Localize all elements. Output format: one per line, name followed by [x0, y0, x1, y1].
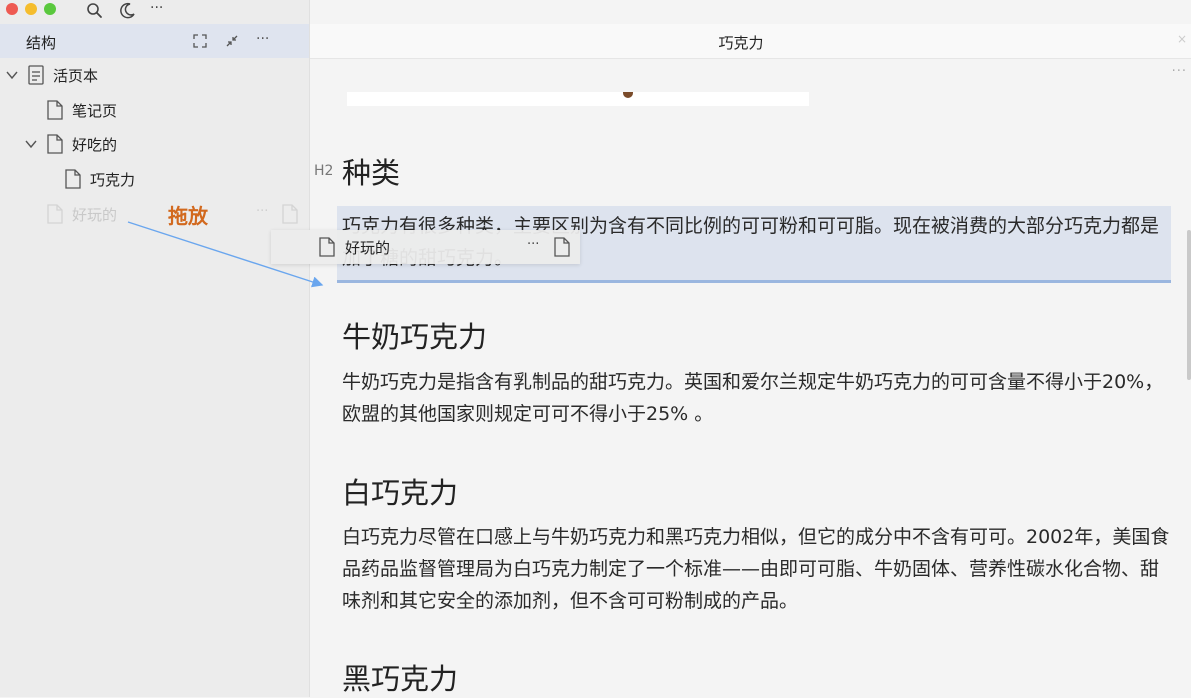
- section-heading-block[interactable]: 牛奶巧克力: [342, 314, 1172, 356]
- page-icon: [47, 204, 63, 224]
- section-heading-block[interactable]: 黑巧克力: [342, 656, 1172, 698]
- paragraph-block[interactable]: 牛奶巧克力是指含有乳制品的甜巧克力。英国和爱尔兰规定牛奶巧克力的可可含量不得小于…: [342, 366, 1172, 430]
- drag-ghost-label: 好玩的: [345, 239, 391, 257]
- page-icon: [65, 169, 81, 189]
- sidebar: ··· 结构 ··· 活页本 笔记页 好吃的 巧克力 好玩的 ···: [0, 0, 310, 697]
- tree-item-page[interactable]: 巧克力: [0, 162, 309, 196]
- section-heading: 种类: [342, 156, 401, 190]
- section-heading-block[interactable]: 种类: [342, 150, 1172, 192]
- image-block[interactable]: [347, 92, 809, 106]
- expand-icon[interactable]: [190, 31, 210, 51]
- tab-bar: 巧克力 ×: [310, 24, 1191, 59]
- scrollbar[interactable]: [1187, 230, 1191, 380]
- add-page-icon[interactable]: [282, 204, 298, 224]
- outline-header: 结构 ···: [0, 24, 309, 58]
- tree-item-label: 巧克力: [90, 171, 136, 189]
- notebook-icon: [28, 65, 44, 85]
- minimize-window-button[interactable]: [25, 3, 37, 15]
- paragraph-block[interactable]: 白巧克力尽管在口感上与牛奶巧克力和黑巧克力相似，但它的成分中不含有可可。2002…: [342, 521, 1172, 617]
- section-heading-block[interactable]: 白巧克力: [342, 470, 1172, 512]
- content-more-button[interactable]: ···: [1172, 64, 1187, 79]
- close-window-button[interactable]: [6, 3, 18, 15]
- page-icon: [47, 134, 63, 154]
- collapse-icon[interactable]: [222, 31, 242, 51]
- tree-item-label: 活页本: [53, 67, 99, 85]
- tree-item-page[interactable]: 笔记页: [0, 93, 309, 127]
- chevron-down-icon[interactable]: [5, 67, 19, 81]
- drag-annotation: 拖放: [168, 204, 208, 228]
- tree-item-label: 好玩的: [72, 206, 118, 224]
- row-more-button[interactable]: ···: [256, 204, 268, 219]
- drop-indicator: [337, 280, 1171, 283]
- moon-icon[interactable]: [116, 0, 138, 22]
- close-tab-button[interactable]: ×: [1177, 32, 1187, 46]
- page-icon: [554, 237, 570, 257]
- section-heading: 白巧克力: [342, 476, 459, 510]
- heading-level-marker: H2: [314, 163, 334, 179]
- page-icon: [319, 237, 335, 257]
- search-icon[interactable]: [84, 0, 106, 22]
- chevron-down-icon[interactable]: [24, 136, 38, 150]
- window-titlebar: ···: [0, 0, 309, 24]
- image-fragment: [623, 92, 633, 98]
- tree-item-notebook[interactable]: 活页本: [0, 58, 309, 92]
- outline-more-button[interactable]: ···: [256, 31, 276, 51]
- zoom-window-button[interactable]: [44, 3, 56, 15]
- tree-item-label: 笔记页: [72, 102, 118, 120]
- outline-title: 结构: [26, 34, 57, 52]
- drag-ghost-more: ···: [527, 237, 540, 252]
- section-heading: 黑巧克力: [342, 662, 459, 696]
- paragraph: 白巧克力尽管在口感上与牛奶巧克力和黑巧克力相似，但它的成分中不含有可可。2002…: [342, 526, 1170, 612]
- tab-title[interactable]: 巧克力: [310, 32, 1172, 53]
- tree-item-label: 好吃的: [72, 136, 118, 154]
- tree-item-page[interactable]: 好吃的: [0, 127, 309, 161]
- drag-ghost: 好玩的 ···: [271, 230, 580, 264]
- editor: 巧克力 × ··· H2 种类 巧克力有很多种类，主要区别为含有不同比例的可可粉…: [310, 0, 1191, 697]
- tree-item-dragging[interactable]: 好玩的 ···: [0, 197, 309, 231]
- section-heading: 牛奶巧克力: [342, 320, 488, 354]
- paragraph: 牛奶巧克力是指含有乳制品的甜巧克力。英国和爱尔兰规定牛奶巧克力的可可含量不得小于…: [342, 371, 1164, 425]
- page-icon: [47, 100, 63, 120]
- more-menu-button[interactable]: ···: [150, 0, 172, 22]
